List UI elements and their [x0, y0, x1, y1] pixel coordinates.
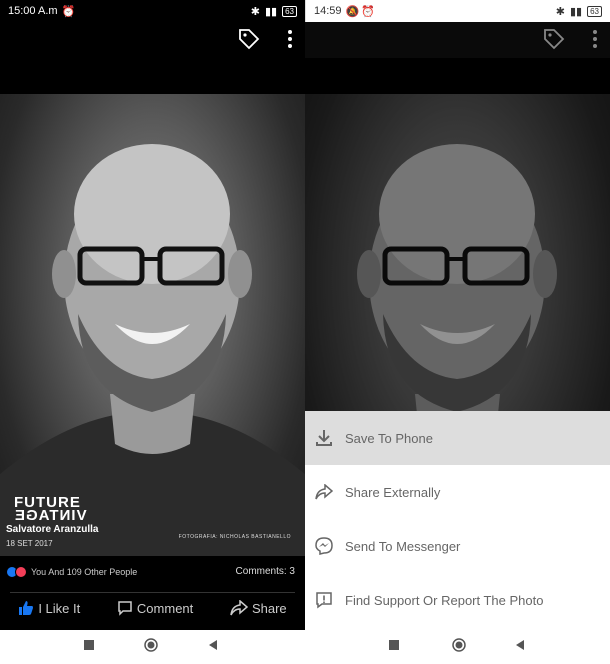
tag-icon[interactable]: [542, 27, 566, 51]
action-row: I Like It Comment Share: [0, 600, 305, 616]
portrait-image: [0, 144, 305, 556]
right-screen: 14:59 🔕 ⏰ ✱ ▮▮ 63 Save To Phone Share Ex…: [305, 0, 610, 630]
share-arrow-icon: [230, 600, 248, 616]
recents-icon[interactable]: [84, 640, 94, 650]
comment-button[interactable]: Comment: [117, 600, 193, 616]
system-navigation-bar: [0, 630, 610, 664]
photo-credit: FOTOGRAFIA: NICHOLAS BASTIANELLO: [178, 534, 291, 540]
comments-count[interactable]: Comments: 3: [236, 566, 295, 577]
comment-icon: [118, 601, 132, 616]
share-label: Share: [251, 600, 287, 616]
messenger-icon: [315, 537, 333, 555]
tag-icon[interactable]: [237, 27, 261, 51]
send-to-messenger-option[interactable]: Send To Messenger: [305, 519, 610, 573]
report-icon: [316, 592, 332, 609]
status-bar: 15:00 A.m ⏰ ✱ ▮▮ 63: [0, 0, 305, 22]
photo-owner[interactable]: Salvatore Aranzulla: [6, 524, 98, 535]
brand-logo: FUTURE VINTAGE: [14, 495, 87, 524]
alarm-icon: ⏰: [361, 5, 375, 18]
photo-toolbar: [0, 22, 305, 58]
report-photo-option[interactable]: Find Support Or Report The Photo: [305, 573, 610, 627]
left-screen: 15:00 A.m ⏰ ✱ ▮▮ 63 FUTURE VINTAGE Salva…: [0, 0, 305, 630]
share-button[interactable]: Share: [230, 600, 287, 616]
status-bar: 14:59 🔕 ⏰ ✱ ▮▮ 63: [305, 0, 610, 22]
divider: [10, 592, 295, 593]
photo-options-sheet: Save To Phone Share Externally Send To M…: [305, 411, 610, 630]
report-photo-label: Find Support Or Report The Photo: [345, 592, 544, 608]
alarm-icon: ⏰: [61, 5, 76, 18]
battery-icon: 63: [587, 5, 602, 17]
bluetooth-icon: ✱: [555, 5, 565, 18]
battery-icon: 63: [282, 5, 297, 17]
download-icon: [316, 430, 332, 446]
status-time: 14:59: [314, 5, 342, 17]
like-label: I Like It: [38, 600, 81, 616]
more-options-icon[interactable]: [285, 29, 295, 49]
engagement-bar: You And 109 Other People Comments: 3 I L…: [0, 556, 305, 630]
reactions-summary[interactable]: You And 109 Other People: [6, 566, 137, 578]
profile-photo[interactable]: FUTURE VINTAGE Salvatore Aranzulla 18 SE…: [0, 94, 305, 556]
status-time: 15:00 A.m: [8, 5, 58, 17]
back-icon[interactable]: [208, 640, 218, 650]
photo-date: 18 SET 2017: [6, 539, 53, 548]
reactions-text: You And 109 Other People: [31, 567, 138, 577]
thumbs-up-icon: [19, 601, 34, 615]
share-icon: [315, 484, 333, 500]
photo-toolbar: [305, 22, 610, 58]
share-externally-label: Share Externally: [345, 484, 441, 500]
home-icon[interactable]: [144, 638, 158, 652]
signal-icon: ▮▮: [569, 5, 583, 18]
recents-icon[interactable]: [389, 640, 399, 650]
like-button[interactable]: I Like It: [18, 600, 80, 616]
home-icon[interactable]: [452, 638, 466, 652]
share-externally-option[interactable]: Share Externally: [305, 465, 610, 519]
mute-icon: 🔕: [345, 5, 360, 18]
love-reaction-icon: [15, 566, 27, 578]
signal-icon: ▮▮: [264, 5, 278, 18]
back-icon[interactable]: [515, 640, 525, 650]
more-options-icon[interactable]: [590, 29, 600, 49]
bluetooth-icon: ✱: [250, 5, 260, 18]
save-to-phone-option[interactable]: Save To Phone: [305, 411, 610, 465]
send-to-messenger-label: Send To Messenger: [345, 538, 461, 554]
comment-label: Comment: [136, 600, 194, 616]
save-to-phone-label: Save To Phone: [345, 430, 433, 446]
logo-line-2: VINTAGE: [14, 507, 87, 524]
